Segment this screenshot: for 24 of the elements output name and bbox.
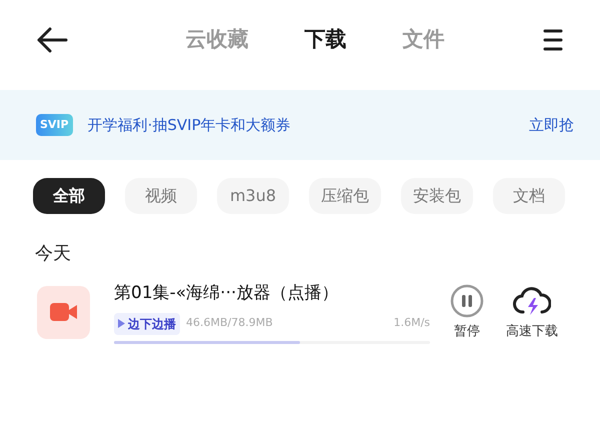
play-icon <box>118 319 125 328</box>
back-arrow-icon[interactable] <box>36 27 68 53</box>
filter-chip[interactable]: 全部 <box>33 178 105 214</box>
filter-chip[interactable]: 文档 <box>493 178 565 214</box>
pause-button[interactable]: 暂停 <box>450 284 484 341</box>
download-size: 46.6MB/78.9MB <box>186 315 273 332</box>
video-file-icon <box>37 286 90 339</box>
svip-badge: SVIP <box>36 114 73 136</box>
high-speed-download-button[interactable]: 高速下载 <box>506 284 558 341</box>
menu-icon[interactable] <box>542 28 564 52</box>
filter-chip[interactable]: 压缩包 <box>309 178 381 214</box>
grab-now-link[interactable]: 立即抢 <box>529 114 574 136</box>
section-title: 今天 <box>35 242 72 266</box>
play-while-downloading-tag[interactable]: 边下边播 <box>114 312 180 334</box>
filter-chip[interactable]: 安装包 <box>401 178 473 214</box>
header-tab[interactable]: 云收藏 <box>186 24 248 56</box>
pause-icon <box>450 284 484 318</box>
download-title: 第01集-«海绵···放器（点播） <box>114 282 340 305</box>
banner-text: 开学福利·抽SVIP年卡和大额券 <box>88 114 291 136</box>
header-tab[interactable]: 文件 <box>402 24 444 56</box>
download-speed: 1.6M/s <box>394 315 430 332</box>
filter-chip[interactable]: m3u8 <box>217 178 289 214</box>
header-tab[interactable]: 下载 <box>304 24 346 56</box>
filter-chip[interactable]: 视频 <box>125 178 197 214</box>
